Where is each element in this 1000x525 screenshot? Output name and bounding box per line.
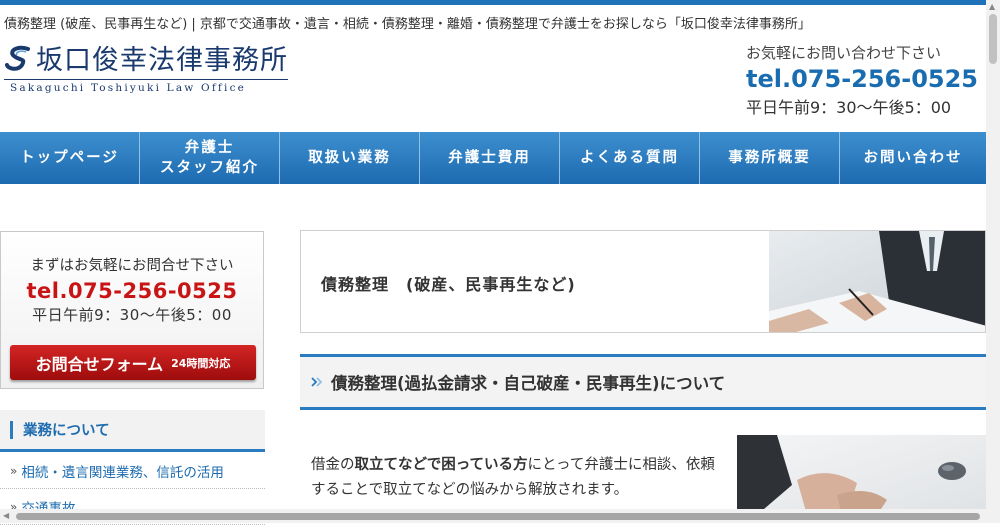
nav-faq[interactable]: よくある質問 [560, 132, 700, 184]
sidebar-contact-hours: 平日午前9：30〜午後5：00 [32, 306, 232, 324]
vertical-scroll-thumb[interactable] [989, 14, 997, 64]
header-ask-text: お気軽にお問い合わせ下さい [746, 44, 942, 62]
nav-top-page[interactable]: トップページ [0, 132, 140, 184]
section-header: 債務整理(過払金請求・自己破産・民事再生)について [300, 354, 986, 410]
logo-title: 坂口俊幸法律事務所 [36, 45, 288, 76]
sidebar-header-marker [10, 420, 13, 439]
site-logo[interactable]: 坂口俊幸法律事務所 Sakaguchi Toshiyuki Law Office [4, 38, 288, 94]
nav-lawyer-staff-line1: 弁護士 [184, 140, 235, 156]
business-meeting-photo [769, 231, 985, 332]
horizontal-scrollbar[interactable]: ◀ [0, 509, 986, 523]
sidebar-contact-tel[interactable]: tel.075-256-0525 [1, 279, 263, 303]
nav-faq-label: よくある質問 [580, 150, 679, 166]
nav-lawyer-staff[interactable]: 弁護士 スタッフ紹介 [140, 132, 280, 184]
sidebar-contact-ask: まずはお気軽にお問合せ下さい [30, 258, 234, 274]
scroll-up-icon[interactable]: ▲ [989, 3, 995, 11]
para-emphasis: 取立てなどで困っている方 [354, 457, 528, 473]
global-nav: トップページ 弁護士スタッフ紹介 取扱い業務 弁護士費用 よくある質問 事務所概… [0, 132, 986, 184]
contact-form-button[interactable]: お問合せフォーム 24時間対応 [10, 345, 256, 380]
header-hours: 平日午前9：30〜午後5：00 [746, 98, 952, 117]
top-accent-line [0, 0, 986, 5]
section-title: 債務整理(過払金請求・自己破産・民事再生)について [331, 374, 726, 393]
logo-subtitle: Sakaguchi Toshiyuki Law Office [10, 82, 247, 94]
sidebar-item-inheritance[interactable]: » 相続・遺言関連業務、信託の活用 [0, 453, 265, 489]
sidebar-section-header: 業務について [0, 410, 265, 452]
nav-top-page-label: トップページ [20, 150, 119, 166]
sidebar-item-label: 相続・遺言関連業務、信託の活用 [21, 464, 224, 481]
contact-form-button-label: お問合せフォーム [35, 354, 164, 374]
nav-fees-label: 弁護士費用 [448, 150, 531, 166]
sidebar-contact-box: まずはお気軽にお問合せ下さい tel.075-256-0525 平日午前9：30… [0, 231, 264, 389]
nav-lawyer-staff-line2: スタッフ紹介 [160, 160, 259, 176]
nav-practice-areas-label: 取扱い業務 [308, 150, 391, 166]
header-contact: お気軽にお問い合わせ下さい tel.075-256-0525 平日午前9：30〜… [746, 42, 986, 118]
double-chevron-icon [311, 377, 323, 387]
site-tagline: 債務整理 (破産、民事再生など) | 京都で交通事故・遺言・相続・債務整理・離婚… [4, 17, 811, 32]
nav-lawyer-staff-label: 弁護士 スタッフ紹介 [160, 138, 259, 178]
contact-form-button-sublabel: 24時間対応 [171, 356, 231, 370]
header-tel[interactable]: tel.075-256-0525 [746, 65, 986, 93]
logo-mark-icon [5, 45, 30, 71]
horizontal-scroll-thumb[interactable] [16, 513, 980, 520]
scroll-left-icon[interactable]: ◀ [3, 511, 9, 520]
nav-office-overview[interactable]: 事務所概要 [700, 132, 840, 184]
intro-paragraph: 借金の取立てなどで困っている方にとって弁護士に相談、依頼することで取立てなどの悩… [311, 453, 726, 503]
desk-hands-photo [737, 435, 986, 515]
page-title-box: 債務整理 (破産、民事再生など) [300, 230, 986, 333]
sidebar-section-title: 業務について [23, 423, 110, 439]
nav-contact-label: お問い合わせ [863, 150, 963, 166]
para-text-1: 借金の [311, 457, 355, 473]
bullet-icon: » [10, 463, 18, 478]
nav-office-overview-label: 事務所概要 [728, 150, 811, 166]
nav-fees[interactable]: 弁護士費用 [420, 132, 560, 184]
nav-contact[interactable]: お問い合わせ [840, 132, 986, 184]
nav-practice-areas[interactable]: 取扱い業務 [280, 132, 420, 184]
vertical-scrollbar[interactable]: ▲ [986, 0, 1000, 523]
logo-divider [4, 79, 288, 80]
page-title: 債務整理 (破産、民事再生など) [321, 275, 576, 294]
